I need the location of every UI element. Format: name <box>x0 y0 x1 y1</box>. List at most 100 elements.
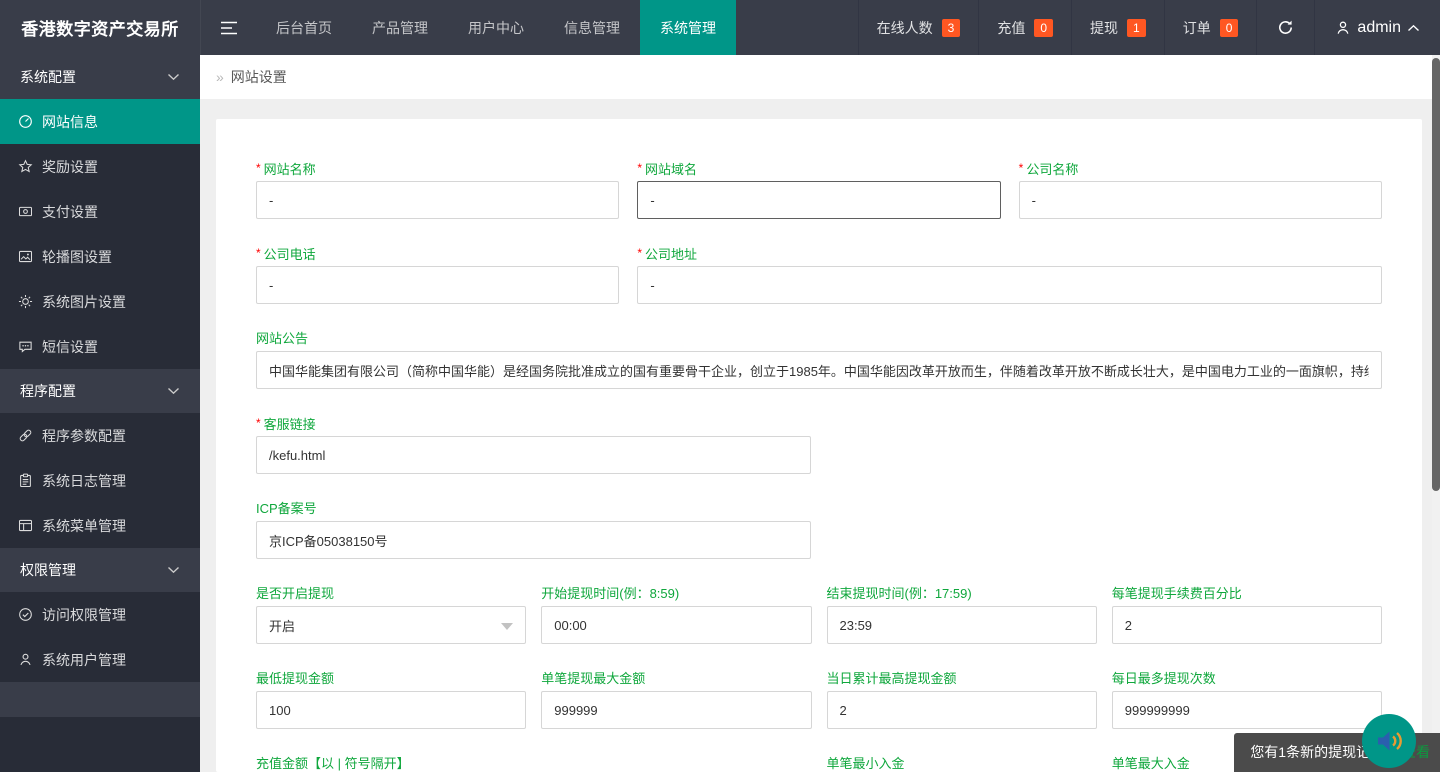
hamburger-menu-icon[interactable] <box>200 0 256 55</box>
star-icon <box>18 159 33 173</box>
sidebar-item-carousel-settings[interactable]: 轮播图设置 <box>0 234 200 279</box>
chevron-up-icon <box>1408 24 1419 31</box>
sidebar-item-sms-settings[interactable]: 短信设置 <box>0 324 200 369</box>
field-label: 开始提现时间(例：8:59) <box>541 586 680 601</box>
form-row: 网站公告 <box>256 331 1382 389</box>
withdraw-max-single-input[interactable] <box>541 691 812 729</box>
brand-title: 香港数字资产交易所 <box>21 20 179 39</box>
sidebar-item-label: 访问权限管理 <box>42 606 126 623</box>
company-phone-input[interactable] <box>256 266 620 304</box>
person-icon <box>1337 21 1349 34</box>
status-withdraw[interactable]: 提现 1 <box>1071 0 1164 55</box>
sidebar-item-reward-settings[interactable]: 奖励设置 <box>0 144 200 189</box>
sidebar-item-label: 系统日志管理 <box>42 472 126 489</box>
sidebar-group-permissions[interactable]: 权限管理 <box>0 548 200 592</box>
nav-item-system[interactable]: 系统管理 <box>640 0 736 55</box>
status-orders[interactable]: 订单 0 <box>1163 0 1257 55</box>
withdraw-max-daily-input[interactable] <box>826 691 1097 729</box>
sidebar-item-system-logs[interactable]: 系统日志管理 <box>0 458 200 503</box>
sidebar-item-label: 网站信息 <box>42 113 98 130</box>
nav-item-products[interactable]: 产品管理 <box>352 0 448 55</box>
vertical-scrollbar <box>1432 55 1440 772</box>
sidebar-item-site-info[interactable]: 网站信息 <box>0 99 200 144</box>
field-service-link: * 客服链接 <box>256 416 811 474</box>
hamburger-icon <box>220 21 237 34</box>
scrollbar-thumb[interactable] <box>1432 58 1440 491</box>
required-asterisk: * <box>256 416 261 430</box>
field-label: * 网站域名 <box>637 161 698 177</box>
sidebar-group-program-config[interactable]: 程序配置 <box>0 369 200 413</box>
sidebar-item-system-images[interactable]: 系统图片设置 <box>0 279 200 324</box>
required-asterisk: * <box>637 246 642 260</box>
service-link-input[interactable] <box>256 436 811 474</box>
status-online-users[interactable]: 在线人数 3 <box>857 0 979 55</box>
status-recharge[interactable]: 充值 0 <box>978 0 1071 55</box>
site-notice-input[interactable] <box>256 351 1382 389</box>
required-asterisk: * <box>256 246 261 260</box>
field-withdraw-min: 最低提现金额 <box>256 671 527 729</box>
sidebar: 系统配置 网站信息 奖励设置 支付设置 轮播图设置 系统图片设置 短信设置 程序 <box>0 55 200 772</box>
sidebar-item-system-menus[interactable]: 系统菜单管理 <box>0 503 200 548</box>
user-icon <box>20 653 31 666</box>
sidebar-item-access-permissions[interactable]: 访问权限管理 <box>0 592 200 637</box>
nav-item-users[interactable]: 用户中心 <box>448 0 544 55</box>
field-label: * 公司地址 <box>637 246 698 262</box>
menu-icon <box>18 519 33 532</box>
user-menu[interactable]: admin <box>1314 0 1440 55</box>
field-label: 单笔提现最大金额 <box>541 671 646 686</box>
field-deposit-min: 单笔最小入金 <box>827 756 1097 772</box>
refresh-button[interactable] <box>1256 0 1314 55</box>
withdraw-start-input[interactable] <box>541 606 812 644</box>
form-row: ICP备案号 <box>256 501 1382 559</box>
field-withdraw-start: 开始提现时间(例：8:59) <box>541 586 812 644</box>
status-label: 在线人数 <box>876 19 933 36</box>
field-label: * 网站名称 <box>256 161 316 177</box>
select-value: 开启 <box>269 618 296 634</box>
field-company-name: * 公司名称 <box>1018 161 1382 219</box>
company-address-input[interactable] <box>637 266 1382 304</box>
username: admin <box>1357 18 1401 36</box>
withdraw-times-daily-input[interactable] <box>1111 691 1382 729</box>
chevron-down-icon <box>168 566 179 574</box>
field-withdraw-enabled: 是否开启提现 开启 <box>256 586 527 644</box>
sidebar-item-payment-settings[interactable]: 支付设置 <box>0 189 200 234</box>
field-company-address: * 公司地址 <box>637 246 1382 304</box>
main-area: » 网站设置 *网站名称 *网站域名 *公司名称 * <box>200 55 1440 772</box>
site-name-input[interactable] <box>256 181 620 219</box>
group-label: 程序配置 <box>20 383 76 399</box>
company-name-input[interactable] <box>1018 181 1382 219</box>
withdraw-end-input[interactable] <box>826 606 1097 644</box>
announcement-fab-button[interactable] <box>1362 714 1416 768</box>
required-asterisk: * <box>256 161 261 175</box>
withdraw-min-input[interactable] <box>256 691 527 729</box>
field-withdraw-max-daily: 当日累计最高提现金额 <box>826 671 1097 729</box>
nav-item-info[interactable]: 信息管理 <box>544 0 640 55</box>
money-icon <box>18 206 33 217</box>
sidebar-group-system-config[interactable]: 系统配置 <box>0 55 200 99</box>
field-label: * 公司电话 <box>256 246 316 262</box>
verify-icon <box>19 608 32 621</box>
form-row: *公司电话 *公司地址 <box>256 246 1382 304</box>
site-domain-input[interactable] <box>637 181 1001 219</box>
withdraw-enabled-select[interactable]: 开启 <box>256 606 527 644</box>
sidebar-item-system-users[interactable]: 系统用户管理 <box>0 637 200 682</box>
icp-number-input[interactable] <box>256 521 811 559</box>
status-badge: 1 <box>1127 18 1146 37</box>
sidebar-group-children: 访问权限管理 系统用户管理 <box>0 592 200 682</box>
field-label: 每笔提现手续费百分比 <box>1111 586 1242 601</box>
topbar-right: 在线人数 3 充值 0 提现 1 订单 0 admin <box>857 0 1440 55</box>
log-icon <box>20 473 31 488</box>
nav-item-dashboard[interactable]: 后台首页 <box>256 0 352 55</box>
withdraw-fee-percent-input[interactable] <box>1111 606 1382 644</box>
form-row: *网站名称 *网站域名 *公司名称 <box>256 161 1382 219</box>
image-icon <box>18 250 33 263</box>
sidebar-item-program-params[interactable]: 程序参数配置 <box>0 413 200 458</box>
field-recharge-amounts: 充值金额【以 | 符号隔开】 <box>256 756 812 772</box>
field-label: 结束提现时间(例：17:59) <box>826 586 972 601</box>
main-nav: 后台首页 产品管理 用户中心 信息管理 系统管理 <box>256 0 736 55</box>
field-site-notice: 网站公告 <box>256 331 1382 389</box>
breadcrumb: » 网站设置 <box>200 55 1440 99</box>
status-badge: 3 <box>941 18 961 37</box>
sidebar-footer <box>0 717 200 772</box>
settings-form-card: *网站名称 *网站域名 *公司名称 *公司电话 *公司地址 <box>216 119 1422 772</box>
